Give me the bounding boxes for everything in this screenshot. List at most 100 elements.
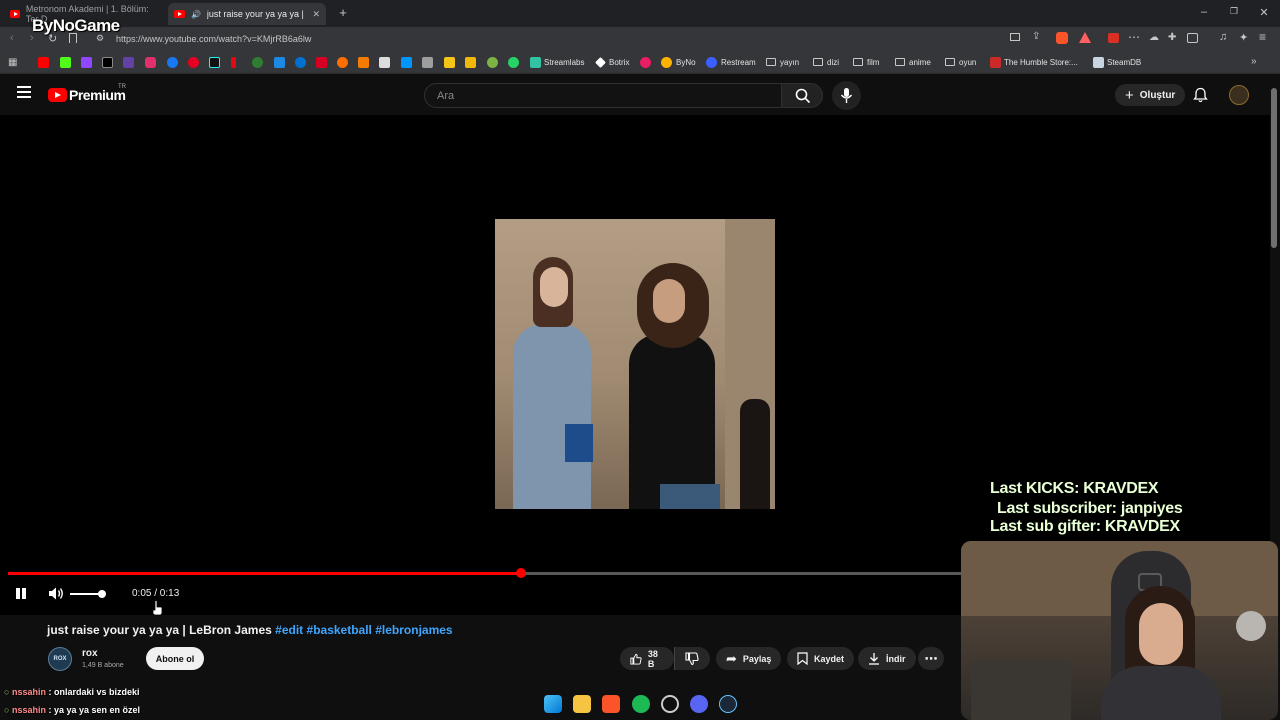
bookmark-byno[interactable]: ByNo — [676, 58, 696, 67]
apps-grid-icon[interactable]: ▦ — [8, 57, 17, 68]
hamburger-menu-icon[interactable] — [17, 86, 31, 98]
share-page-icon[interactable]: ⇪ — [1032, 31, 1040, 42]
volume-handle[interactable] — [98, 590, 106, 598]
netflix-bookmark-icon[interactable] — [231, 57, 236, 68]
video-player[interactable]: Last KICKS: KRAVDEX Last subscriber: jan… — [0, 115, 1270, 615]
extension-cloud-icon[interactable]: ☁ — [1149, 32, 1159, 43]
bookmark-icon[interactable] — [401, 57, 412, 68]
bookmark-icon[interactable] — [316, 57, 327, 68]
video-person-left — [513, 324, 591, 509]
bookmark-folder-film[interactable]: film — [853, 58, 879, 67]
facebook-bookmark-icon[interactable] — [167, 57, 178, 68]
tab-current-video[interactable]: 🔊 just raise your ya ya ya | LeBr ✕ — [168, 3, 326, 25]
brave-browser-icon[interactable] — [602, 695, 620, 713]
imdb-bookmark-icon[interactable] — [444, 57, 455, 68]
extension-dots-icon[interactable]: ⋯ — [1128, 30, 1140, 44]
bookmark-icon[interactable] — [252, 57, 263, 68]
bookmark-folder-yayin[interactable]: yayın — [766, 58, 799, 67]
new-tab-button[interactable]: + — [336, 5, 350, 20]
create-button[interactable]: + Oluştur — [1115, 84, 1186, 106]
bookmark-folder-anime[interactable]: anime — [895, 58, 931, 67]
close-tab-icon[interactable]: ✕ — [312, 9, 320, 20]
obs-icon[interactable] — [661, 695, 679, 713]
sidebar-toggle-icon[interactable] — [1187, 33, 1198, 43]
kick-bookmark-icon[interactable] — [60, 57, 71, 68]
like-button[interactable]: 38 B — [620, 647, 674, 670]
url-field[interactable]: https://www.youtube.com/watch?v=KMjrRB6a… — [116, 34, 311, 44]
hashtag-link[interactable]: #lebronjames — [375, 623, 452, 637]
last-kicks-text: Last KICKS: KRAVDEX — [990, 480, 1159, 497]
progress-bar[interactable] — [8, 568, 962, 578]
bookmark-icon[interactable] — [487, 57, 498, 68]
x-bookmark-icon[interactable] — [102, 57, 113, 68]
restore-button[interactable]: ❐ — [1227, 6, 1241, 17]
video-frame[interactable] — [495, 219, 775, 509]
volume-icon[interactable] — [48, 586, 65, 601]
bookmark-folder-dizi[interactable]: dizi — [813, 58, 839, 67]
dislike-button[interactable] — [674, 647, 710, 670]
more-actions-button[interactable]: ⋯ — [918, 647, 944, 670]
extension-mail-icon[interactable] — [1108, 33, 1119, 43]
share-button[interactable]: ➦ Paylaş — [716, 647, 782, 670]
back-icon[interactable]: ‹ — [10, 32, 14, 44]
bookmark-humble-store[interactable]: The Humble Store:... — [1004, 58, 1078, 67]
bookmark-folder-oyun[interactable]: oyun — [945, 58, 976, 67]
brave-shield-icon[interactable] — [1056, 32, 1068, 44]
bookmark-streamlabs[interactable]: Streamlabs — [544, 58, 584, 67]
webcam-hoodie — [1101, 666, 1221, 720]
page-scrollbar[interactable] — [1271, 88, 1277, 248]
volume-slider[interactable] — [70, 590, 106, 598]
download-button[interactable]: İndir — [858, 647, 916, 670]
file-explorer-icon[interactable] — [573, 695, 591, 713]
speaker-icon: 🔊 — [190, 9, 201, 19]
hashtag-link[interactable]: #edit — [275, 623, 303, 637]
region-code: TR — [118, 84, 126, 90]
youtube-brand[interactable]: Premium — [69, 87, 126, 103]
bookmark-icon[interactable] — [337, 57, 348, 68]
search-button[interactable] — [781, 83, 823, 108]
spotify-icon[interactable] — [632, 695, 650, 713]
youtube-favicon-icon — [174, 10, 185, 18]
channel-avatar[interactable]: ROX — [48, 647, 72, 671]
notifications-bell-icon[interactable] — [1193, 87, 1208, 103]
hashtag-link[interactable]: #basketball — [307, 623, 372, 637]
twitch-bookmark-icon[interactable] — [81, 57, 92, 68]
bookmark-icon[interactable] — [640, 57, 651, 68]
bookmark-botrix[interactable]: Botrix — [609, 58, 629, 67]
bookmark-icon[interactable] — [422, 57, 433, 68]
youtube-logo-icon[interactable] — [48, 88, 67, 102]
leo-ai-icon[interactable]: ✦ — [1239, 31, 1248, 44]
steam-icon[interactable] — [719, 695, 737, 713]
voice-search-button[interactable] — [832, 81, 861, 110]
bookmark-icon[interactable] — [295, 57, 306, 68]
chat-bullet-icon: ○ — [4, 687, 10, 697]
browser-menu-icon[interactable]: ≡ — [1259, 30, 1266, 44]
subscribe-button[interactable]: Abone ol — [146, 647, 204, 670]
bookmark-icon[interactable] — [274, 57, 285, 68]
bookmark-restream[interactable]: Restream — [721, 58, 756, 67]
media-icon[interactable]: ♫ — [1219, 31, 1227, 43]
more-bookmarks-icon[interactable]: » — [1251, 56, 1257, 67]
extensions-puzzle-icon[interactable]: ✚ — [1168, 32, 1176, 43]
binance-bookmark-icon[interactable] — [465, 57, 476, 68]
save-button[interactable]: Kaydet — [787, 647, 855, 670]
brave-rewards-icon[interactable] — [1079, 32, 1091, 43]
pause-icon[interactable] — [16, 588, 20, 599]
cast-icon[interactable] — [1010, 33, 1020, 41]
close-window-button[interactable]: ✕ — [1257, 6, 1271, 19]
instagram-bookmark-icon[interactable] — [145, 57, 156, 68]
minimize-button[interactable]: – — [1197, 6, 1211, 18]
bookmark-icon[interactable] — [123, 57, 134, 68]
bookmark-steamdb[interactable]: SteamDB — [1107, 58, 1141, 67]
bookmark-icon[interactable] — [358, 57, 369, 68]
amazon-bookmark-icon[interactable] — [379, 57, 390, 68]
tiktok-bookmark-icon[interactable] — [209, 57, 220, 68]
youtube-bookmark-icon[interactable] — [38, 57, 49, 68]
search-input[interactable]: Ara — [424, 83, 782, 108]
windows-start-icon[interactable] — [544, 695, 562, 713]
discord-icon[interactable] — [690, 695, 708, 713]
pinterest-bookmark-icon[interactable] — [188, 57, 199, 68]
account-avatar[interactable] — [1229, 85, 1249, 105]
channel-name[interactable]: rox — [82, 648, 98, 659]
whatsapp-bookmark-icon[interactable] — [508, 57, 519, 68]
